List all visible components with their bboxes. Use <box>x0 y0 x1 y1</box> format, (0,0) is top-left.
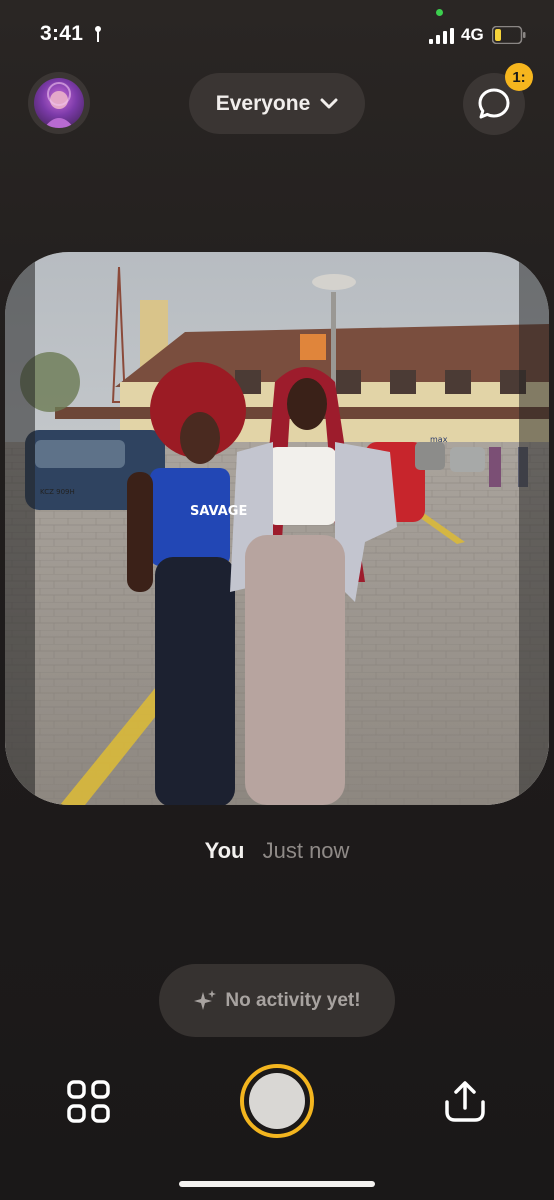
grid-icon[interactable] <box>66 1079 112 1125</box>
chat-bubble-icon <box>478 88 510 119</box>
photo-image: SAVAGE max KCZ 909H <box>5 252 549 805</box>
location-arrow-icon <box>95 26 101 42</box>
chat-notification-badge: 1: <box>505 63 533 91</box>
status-bar: 3:41 4G <box>0 0 554 70</box>
activity-pill[interactable]: No activity yet! <box>159 964 395 1037</box>
plate-text: KCZ 909H <box>40 488 75 496</box>
sparkle-icon <box>194 989 217 1010</box>
avatar-image <box>34 78 84 128</box>
post-timestamp: Just now <box>262 838 350 863</box>
audience-selector[interactable]: Everyone <box>189 73 365 134</box>
chevron-down-icon <box>320 98 338 108</box>
post-author[interactable]: You <box>205 838 245 863</box>
battery-icon <box>492 26 526 44</box>
post-caption: You Just now <box>0 838 554 864</box>
camera-indicator-dot <box>436 9 443 16</box>
profile-avatar[interactable] <box>28 72 90 134</box>
signal-icon <box>429 28 454 44</box>
audience-label: Everyone <box>215 91 311 115</box>
share-icon[interactable] <box>441 1078 489 1126</box>
sign-text: max <box>430 435 448 444</box>
network-type: 4G <box>461 25 484 44</box>
shirt-text: SAVAGE <box>190 504 247 519</box>
post-photo[interactable]: SAVAGE max KCZ 909H <box>5 252 549 805</box>
home-indicator[interactable] <box>179 1181 375 1187</box>
activity-label: No activity yet! <box>225 989 361 1011</box>
shutter-inner <box>249 1073 305 1129</box>
shutter-button[interactable] <box>240 1064 314 1138</box>
status-time: 3:41 <box>40 22 84 45</box>
